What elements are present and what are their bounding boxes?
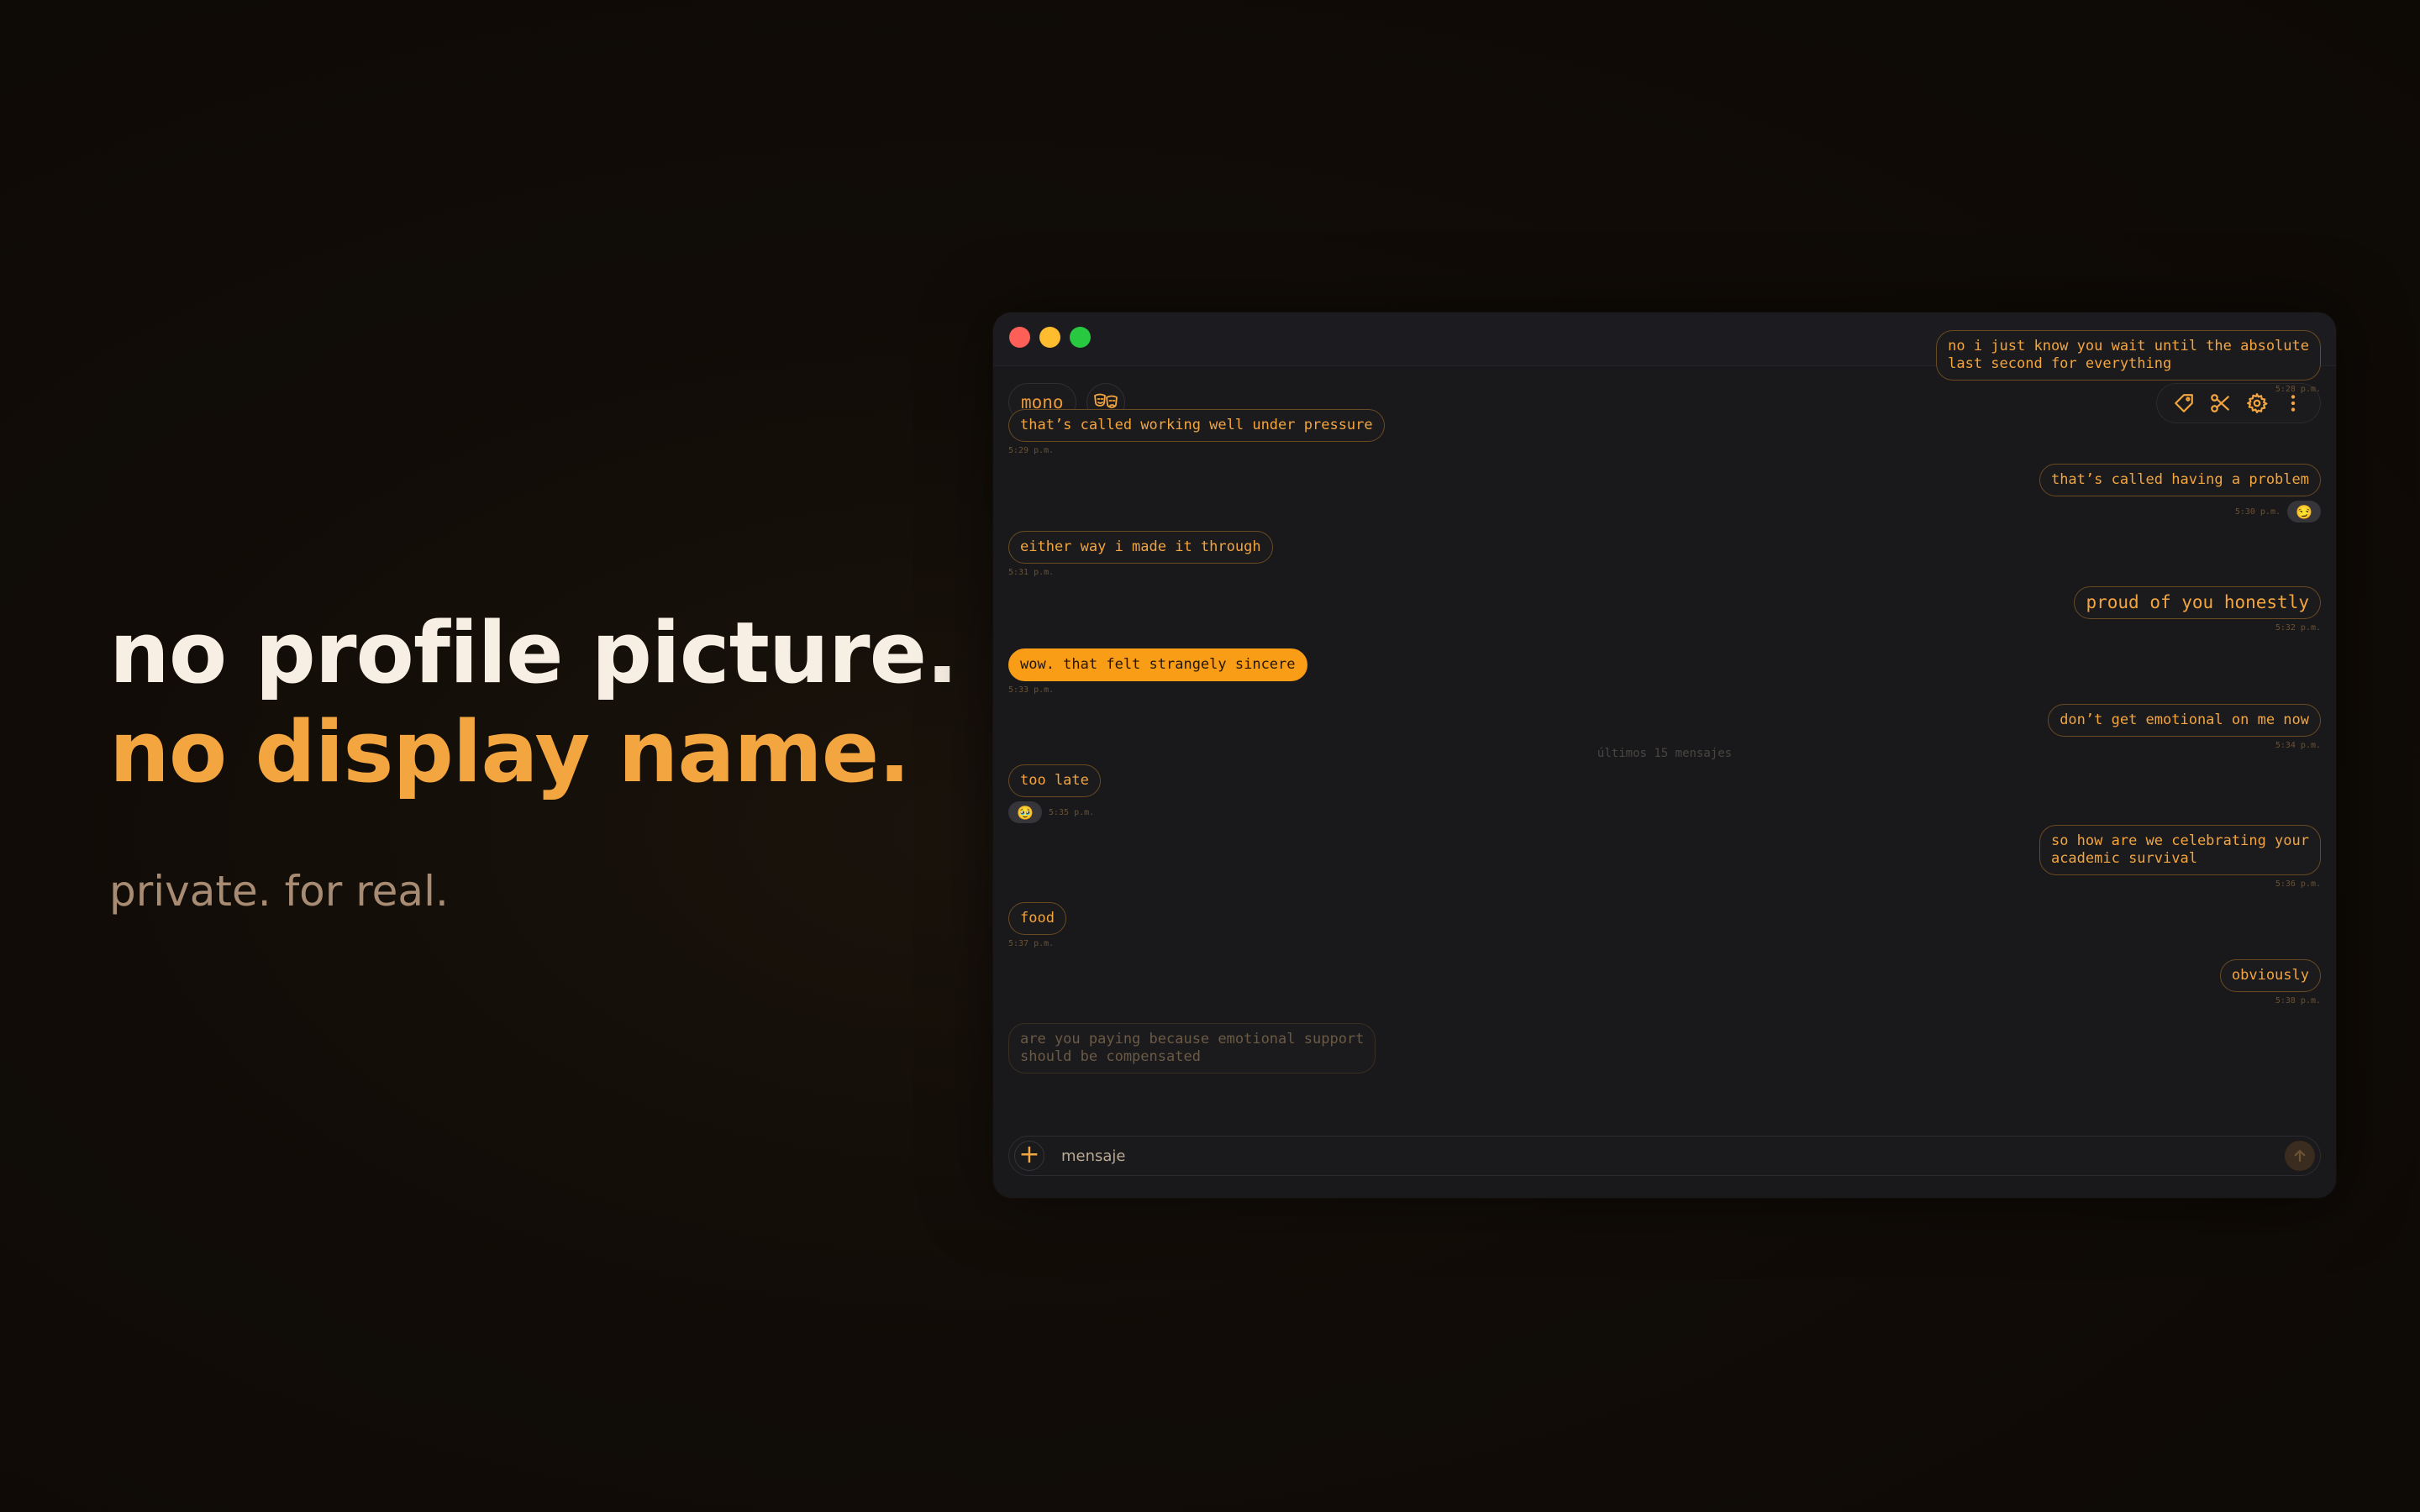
add-attachment-button[interactable]: + bbox=[1014, 1141, 1044, 1171]
message-timestamp: 5:30 p.m. bbox=[2234, 507, 2281, 517]
message-bubble[interactable]: food bbox=[1008, 902, 1066, 935]
message-bubble[interactable]: obviously bbox=[2219, 959, 2321, 992]
scissors-icon bbox=[2211, 394, 2230, 412]
message-out: no i just know you wait until the absolu… bbox=[1936, 330, 2321, 394]
message-out: obviously 5:38 p.m. bbox=[2219, 959, 2321, 1005]
message-out: don’t get emotional on me now 5:34 p.m. bbox=[2048, 704, 2321, 750]
hero-headline: no profile picture. no display name. bbox=[109, 603, 966, 801]
message-timestamp: 5:29 p.m. bbox=[1008, 446, 1055, 455]
message-bubble[interactable]: proud of you honestly bbox=[2074, 586, 2321, 619]
more-vertical-icon bbox=[2291, 395, 2296, 412]
send-button[interactable] bbox=[2285, 1141, 2315, 1171]
message-out: proud of you honestly 5:32 p.m. bbox=[2074, 586, 2321, 633]
close-window-button[interactable] bbox=[1009, 327, 1030, 348]
minimize-window-button[interactable] bbox=[1039, 327, 1060, 348]
message-bubble[interactable]: are you paying because emotional support… bbox=[1008, 1023, 1376, 1074]
message-bubble[interactable]: so how are we celebrating your academic … bbox=[2039, 825, 2321, 875]
message-meta: 5:34 p.m. bbox=[2048, 741, 2321, 750]
message-in: are you paying because emotional support… bbox=[1008, 1023, 1376, 1074]
message-timestamp: 5:38 p.m. bbox=[2275, 996, 2321, 1005]
reaction-badge[interactable]: 🥹 bbox=[1008, 801, 1042, 823]
hero-section: no profile picture. no display name. pri… bbox=[109, 603, 966, 916]
message-in: either way i made it through 5:31 p.m. bbox=[1008, 531, 1273, 577]
message-out: that’s called having a problem 5:30 p.m. 😏 bbox=[2039, 464, 2321, 522]
message-meta: 5:31 p.m. bbox=[1008, 568, 1273, 577]
message-meta: 5:29 p.m. bbox=[1008, 446, 1385, 455]
message-out: so how are we celebrating your academic … bbox=[2039, 825, 2321, 889]
message-meta: 5:30 p.m. 😏 bbox=[2039, 501, 2321, 522]
chat-window: mono últimos 15 mensajes no i just know … bbox=[993, 312, 2336, 1198]
message-meta: 5:32 p.m. bbox=[2074, 623, 2321, 633]
tag-icon bbox=[2174, 394, 2193, 412]
message-list[interactable]: últimos 15 mensajes no i just know you w… bbox=[1008, 330, 2321, 1198]
message-meta: 5:33 p.m. bbox=[1008, 685, 1307, 695]
message-bubble[interactable]: no i just know you wait until the absolu… bbox=[1936, 330, 2321, 381]
message-in: wow. that felt strangely sincere 5:33 p.m… bbox=[1008, 648, 1307, 695]
message-in: too late 🥹 5:35 p.m. bbox=[1008, 764, 1101, 823]
message-timestamp: 5:28 p.m. bbox=[2275, 385, 2321, 394]
message-input[interactable] bbox=[1061, 1142, 2221, 1170]
message-timestamp: 5:32 p.m. bbox=[2275, 623, 2321, 633]
message-in: that’s called working well under pressur… bbox=[1008, 409, 1385, 455]
composer: + bbox=[1008, 1136, 2321, 1176]
hero-subtitle: private. for real. bbox=[109, 867, 449, 916]
message-timestamp: 5:36 p.m. bbox=[2275, 879, 2321, 889]
history-divider-label: últimos 15 mensajes bbox=[1597, 747, 1733, 760]
message-meta: 5:38 p.m. bbox=[2220, 996, 2321, 1005]
message-meta: 5:37 p.m. bbox=[1008, 939, 1066, 948]
message-bubble[interactable]: wow. that felt strangely sincere bbox=[1008, 648, 1307, 681]
message-timestamp: 5:35 p.m. bbox=[1049, 808, 1095, 817]
message-bubble[interactable]: that’s called working well under pressur… bbox=[1008, 409, 1385, 442]
message-in: food 5:37 p.m. bbox=[1008, 902, 1066, 948]
message-timestamp: 5:31 p.m. bbox=[1008, 568, 1055, 577]
message-meta: 🥹 5:35 p.m. bbox=[1008, 801, 1101, 823]
message-meta: 5:28 p.m. bbox=[1936, 385, 2321, 394]
gear-icon bbox=[2246, 393, 2268, 413]
message-timestamp: 5:33 p.m. bbox=[1008, 685, 1055, 695]
reaction-badge[interactable]: 😏 bbox=[2287, 501, 2321, 522]
arrow-up-icon bbox=[2294, 1149, 2306, 1163]
message-timestamp: 5:34 p.m. bbox=[2275, 741, 2321, 750]
message-bubble[interactable]: either way i made it through bbox=[1008, 531, 1273, 564]
message-bubble[interactable]: don’t get emotional on me now bbox=[2048, 704, 2321, 737]
maximize-window-button[interactable] bbox=[1070, 327, 1091, 348]
headline-line-1: no profile picture. bbox=[109, 603, 958, 702]
message-bubble[interactable]: that’s called having a problem bbox=[2039, 464, 2321, 496]
message-meta: 5:36 p.m. bbox=[2039, 879, 2321, 889]
message-timestamp: 5:37 p.m. bbox=[1008, 939, 1055, 948]
message-bubble[interactable]: too late bbox=[1008, 764, 1101, 797]
headline-line-2: no display name. bbox=[109, 702, 911, 801]
